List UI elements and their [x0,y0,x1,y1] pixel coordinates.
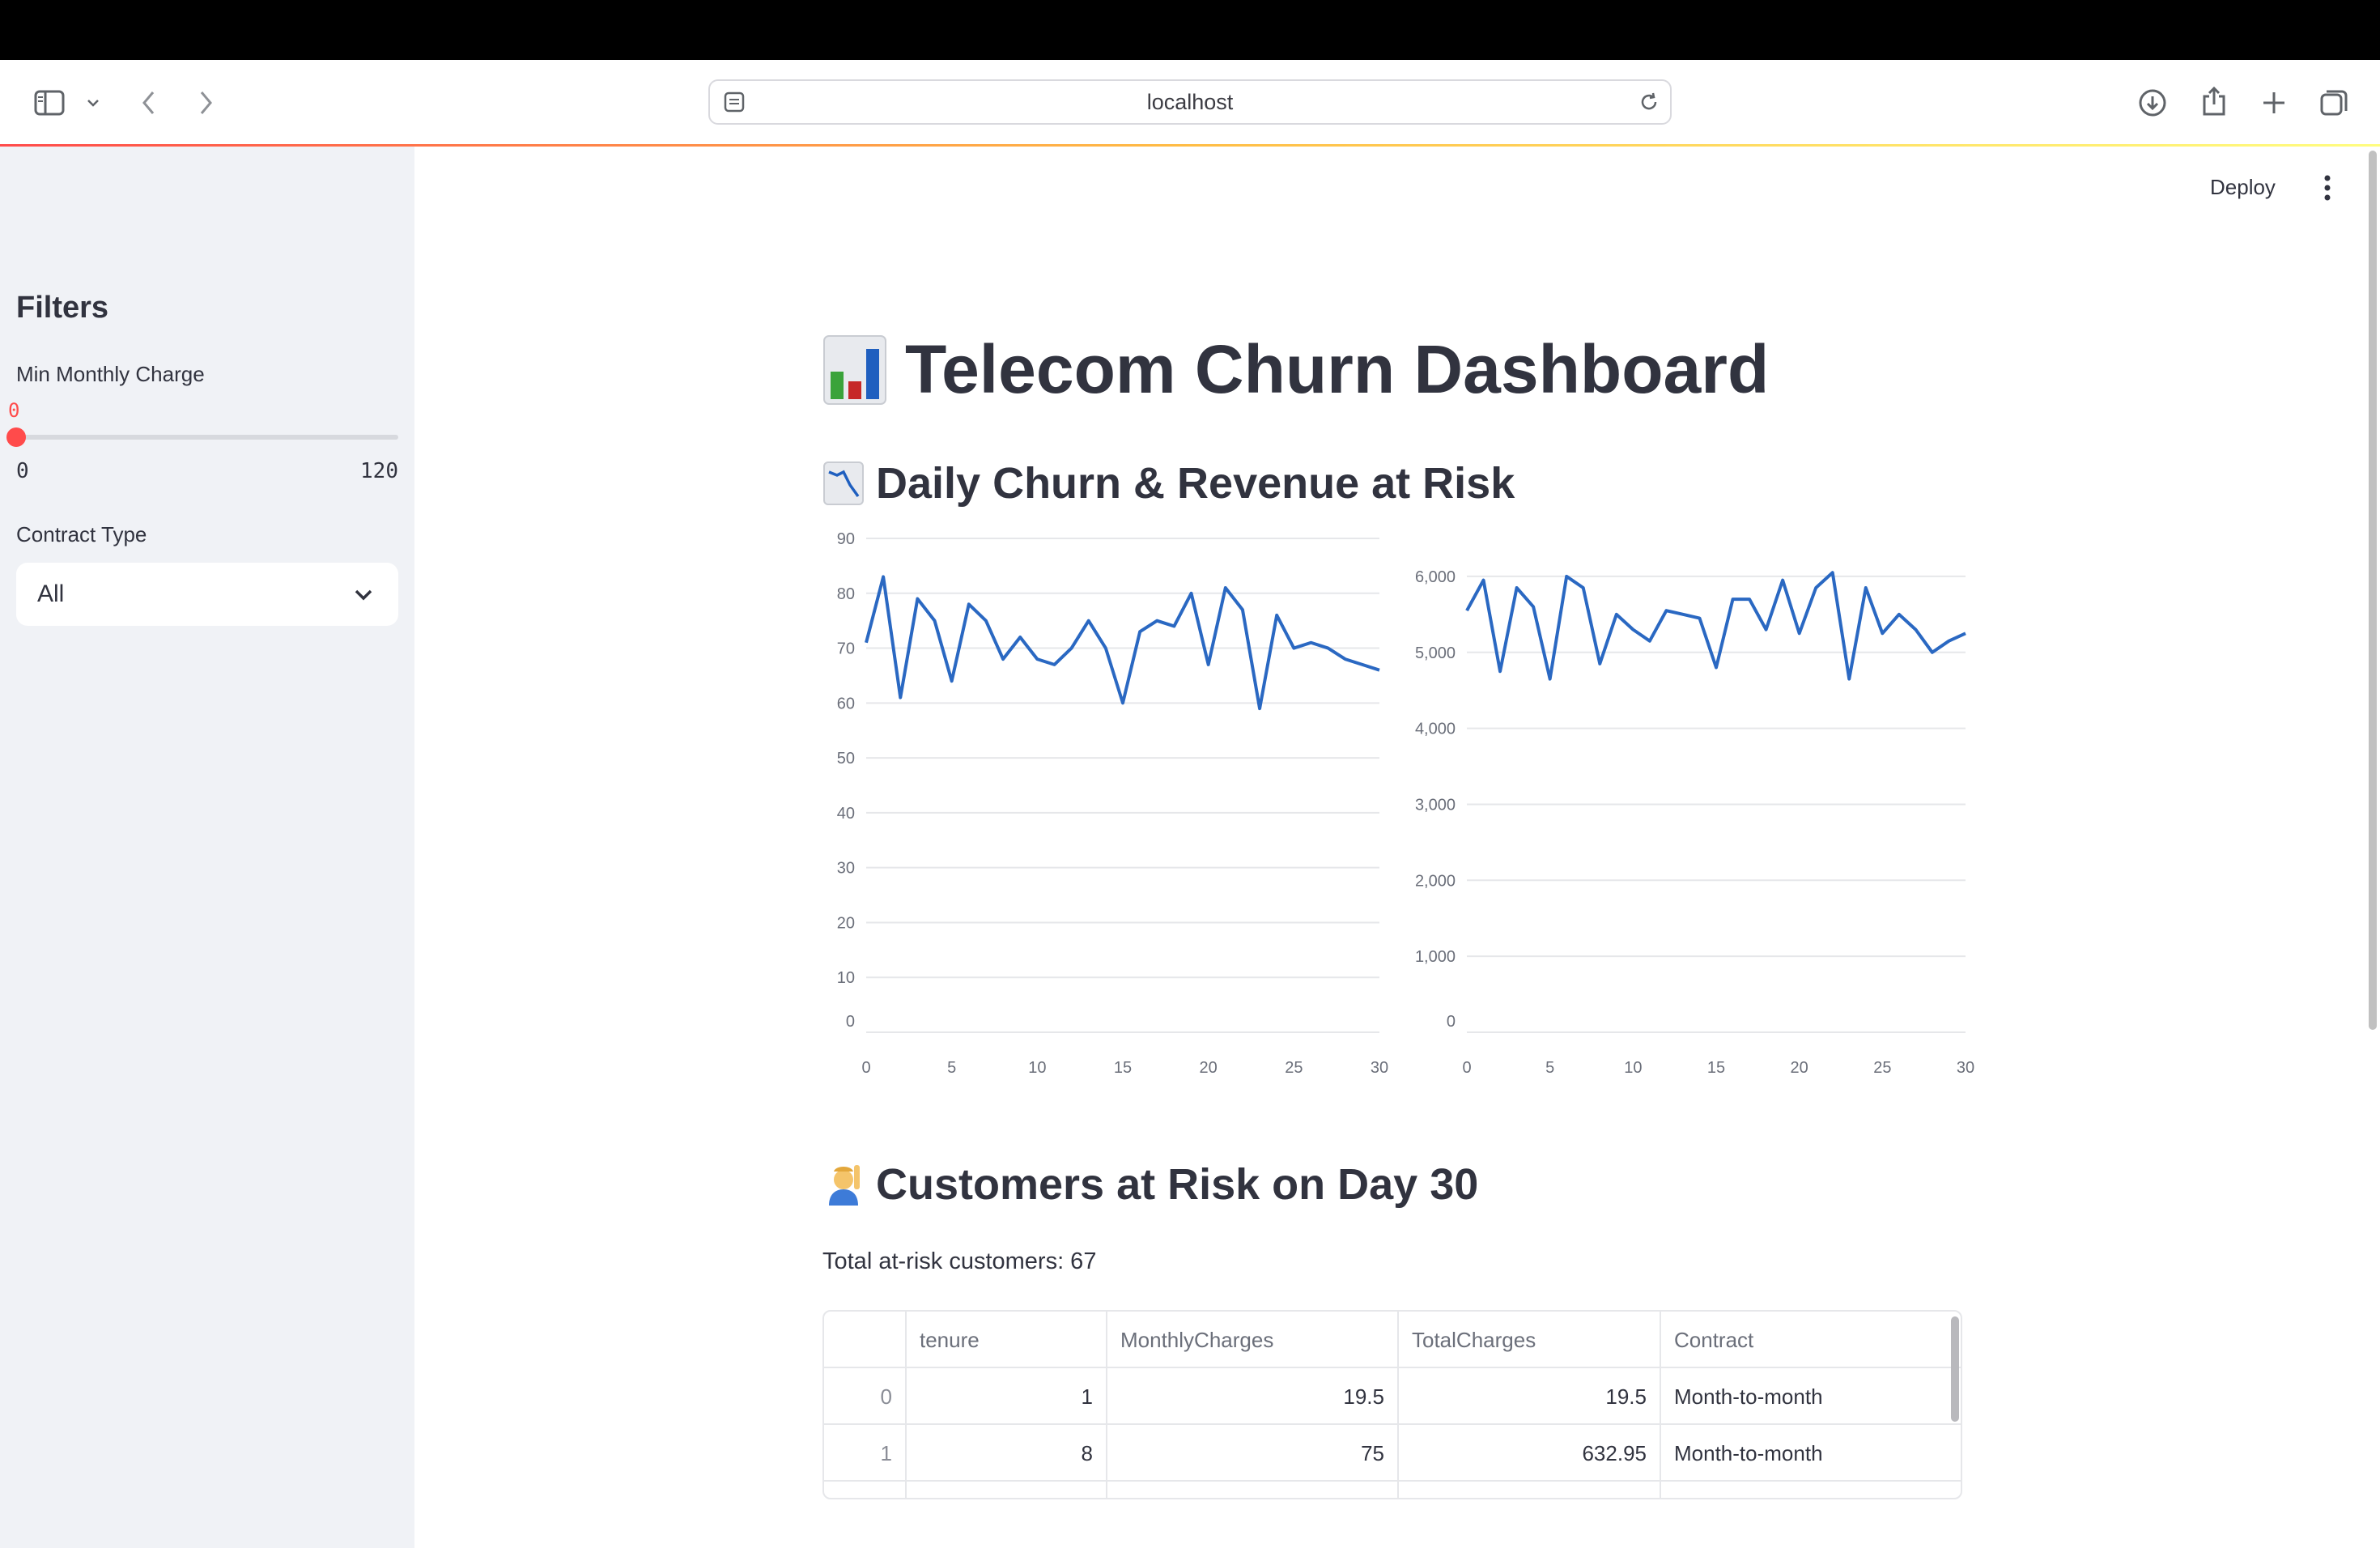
chart-decreasing-icon [823,461,864,505]
table-row-partial[interactable] [824,1482,1961,1498]
x-tick-label: 5 [1545,1059,1554,1077]
sidebar-title: Filters [16,291,109,325]
slider-label: Min Monthly Charge [16,362,205,386]
section-heading-at-risk-text: Customers at Risk on Day 30 [876,1160,1479,1209]
row-index: 0 [824,1368,907,1425]
section-heading-churn-text: Daily Churn & Revenue at Risk [876,459,1515,508]
table-row[interactable]: 0 1 19.5 19.5 Month-to-month [824,1368,1961,1425]
y-tick-label: 0 [1447,1013,1456,1031]
y-tick-label: 90 [837,530,855,548]
y-tick-label: 50 [837,750,855,768]
top-black-bar [0,0,2380,60]
y-tick-label: 10 [837,969,855,987]
y-tick-label: 4,000 [1415,721,1456,738]
contract-type-label: Contract Type [16,522,147,546]
x-tick-label: 10 [1624,1059,1642,1077]
contract-type-select[interactable]: All [16,563,398,626]
y-tick-label: 40 [837,805,855,823]
address-bar[interactable]: localhost [708,79,1672,125]
download-icon[interactable] [2134,84,2171,121]
revenue-line-chart: 0 1,000 2,000 3,000 4,000 5,000 6,000 0 5 10 15 20 2… [1409,530,1991,1089]
series-line [865,575,1380,711]
y-tick-label: 6,000 [1415,568,1456,586]
cell-monthly-charges[interactable]: 19.5 [1107,1368,1399,1425]
person-raising-hand-icon [829,1165,860,1206]
back-arrow-icon[interactable] [136,86,162,120]
x-tick-label: 25 [1285,1059,1303,1077]
cell-tenure[interactable]: 8 [907,1425,1107,1482]
chevron-down-icon[interactable] [350,580,377,608]
x-tick-label: 30 [1957,1059,1974,1077]
column-header-index[interactable] [824,1312,907,1368]
cell-monthly-charges[interactable]: 75 [1107,1425,1399,1482]
table-header-row: tenure MonthlyCharges TotalCharges Contr… [824,1312,1961,1368]
x-tick-label: 15 [1114,1059,1132,1077]
table-row[interactable]: 1 8 75 632.95 Month-to-month [824,1425,1961,1482]
main-menu-icon[interactable] [2315,172,2340,204]
reload-icon[interactable] [1636,89,1662,115]
column-header-contract[interactable]: Contract [1661,1312,1961,1368]
row-index: 1 [824,1425,907,1482]
url-text[interactable]: localhost [710,81,1670,123]
y-tick-label: 60 [837,695,855,712]
x-tick-label: 20 [1200,1059,1218,1077]
y-tick-label: 3,000 [1415,796,1456,814]
y-tick-label: 5,000 [1415,644,1456,662]
table-scrollbar[interactable] [1951,1316,1959,1422]
column-header-monthly-charges[interactable]: MonthlyCharges [1107,1312,1399,1368]
y-tick-label: 70 [837,640,855,658]
y-tick-label: 1,000 [1415,948,1456,966]
deploy-button[interactable]: Deploy [2210,175,2276,200]
slider-current-value: 0 [8,399,20,422]
x-tick-label: 0 [1462,1059,1471,1077]
cell-contract[interactable]: Month-to-month [1661,1425,1961,1482]
chevron-down-icon[interactable] [83,92,104,113]
bar-chart-icon [823,334,886,405]
y-tick-label: 30 [837,860,855,878]
slider-thumb[interactable] [6,427,26,447]
y-tick-label: 0 [846,1013,855,1031]
new-tab-icon[interactable] [2255,84,2293,121]
x-tick-label: 25 [1873,1059,1891,1077]
churn-line-chart: 0 10 20 30 40 50 60 70 80 90 0 5 10 15 20 25 30 [818,530,1400,1089]
cell-tenure[interactable]: 1 [907,1368,1107,1425]
sidebar-toggle-icon[interactable] [31,84,68,121]
y-tick-label: 80 [837,585,855,603]
cell-total-charges[interactable]: 632.95 [1399,1425,1661,1482]
slider-max-value: 120 [360,459,398,483]
column-header-total-charges[interactable]: TotalCharges [1399,1312,1661,1368]
page-title-text: Telecom Churn Dashboard [905,331,1770,407]
x-tick-label: 15 [1707,1059,1725,1077]
tab-overview-icon[interactable] [2315,84,2352,121]
y-tick-label: 2,000 [1415,872,1456,890]
x-tick-label: 5 [947,1059,956,1077]
at-risk-table[interactable]: tenure MonthlyCharges TotalCharges Contr… [822,1310,1962,1499]
x-tick-label: 30 [1371,1059,1388,1077]
slider-min-value: 0 [16,459,29,483]
page-scrollbar[interactable] [2369,151,2377,1030]
sidebar: Filters Min Monthly Charge 0 0 120 Contr… [0,147,414,1548]
section-heading-at-risk: Customers at Risk on Day 30 [822,1159,1478,1210]
browser-toolbar: localhost [0,60,2380,146]
cell-contract[interactable]: Month-to-month [1661,1368,1961,1425]
x-tick-label: 0 [861,1059,870,1077]
x-tick-label: 20 [1791,1059,1808,1077]
page-title: Telecom Churn Dashboard [822,330,1769,409]
y-tick-label: 20 [837,914,855,932]
share-icon[interactable] [2195,83,2233,120]
forward-arrow-icon[interactable] [193,86,219,120]
column-header-tenure[interactable]: tenure [907,1312,1107,1368]
x-tick-label: 10 [1028,1059,1046,1077]
series-line [1465,571,1966,681]
total-at-risk-text: Total at-risk customers: 67 [822,1248,1097,1274]
section-heading-churn: Daily Churn & Revenue at Risk [822,458,1515,508]
contract-type-value[interactable]: All [37,563,64,626]
slider-track[interactable] [16,435,398,440]
cell-total-charges[interactable]: 19.5 [1399,1368,1661,1425]
